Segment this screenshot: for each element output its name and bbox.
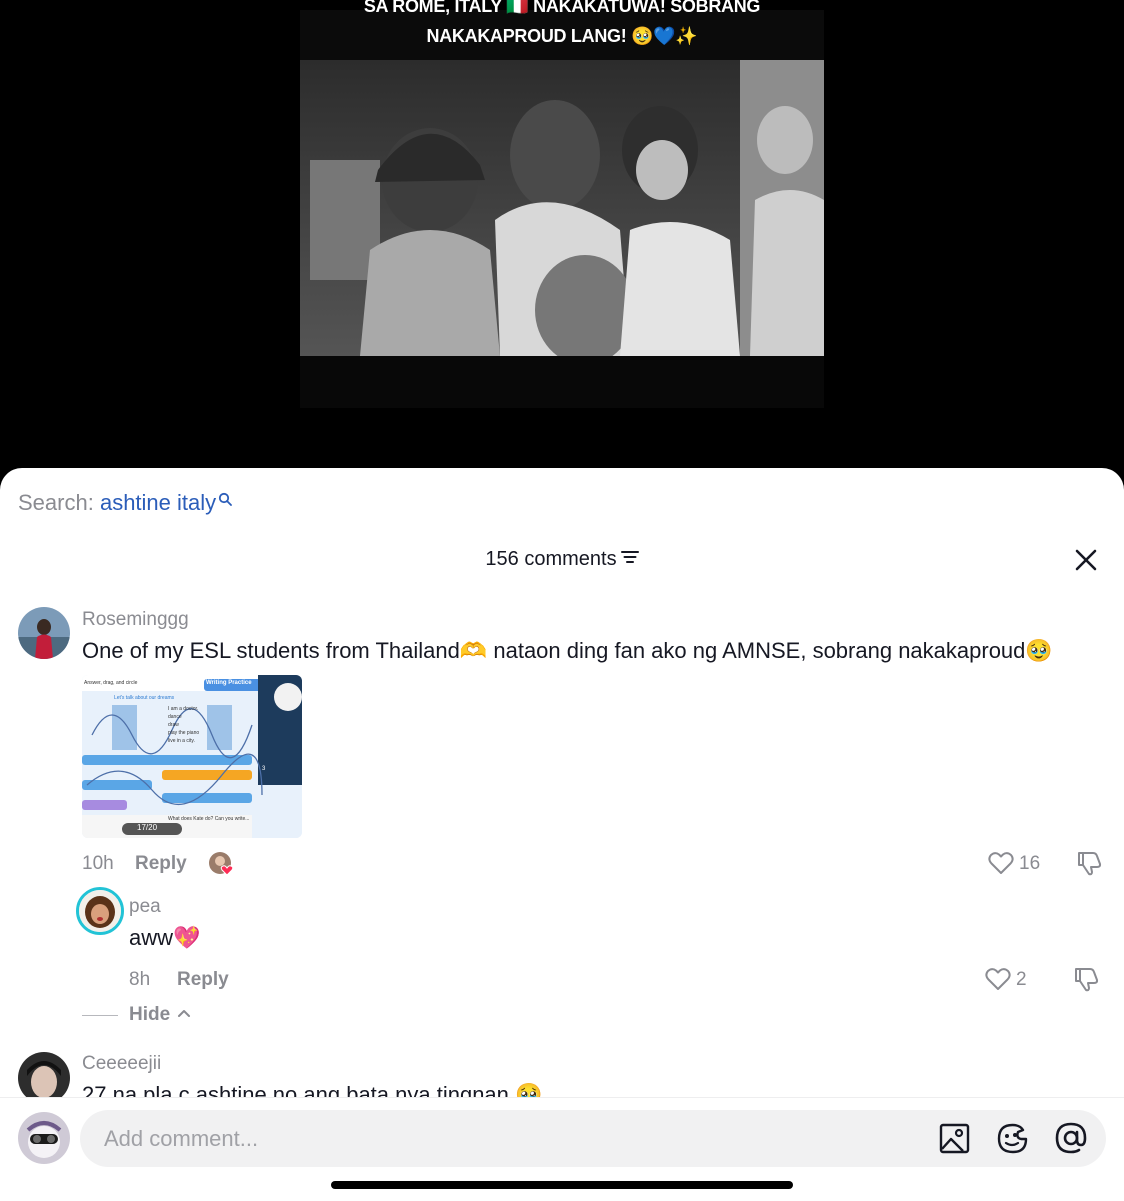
like-heart-icon[interactable] (988, 851, 1014, 880)
comment-username[interactable]: Ceeeeejii (82, 1053, 161, 1075)
comments-count: 156 comments (485, 548, 617, 570)
video-caption-line-2: NAKAKAPROUD LANG! 🥹💙✨ (426, 26, 698, 46)
close-icon[interactable] (1073, 547, 1099, 573)
creator-liked-badge-icon (208, 851, 238, 882)
replies-divider (82, 1015, 118, 1016)
reply-button[interactable]: Reply (135, 853, 187, 875)
image-text: live in a city. (168, 738, 195, 744)
chevron-up-icon (177, 1002, 191, 1024)
image-text: I am a doctor. (168, 706, 199, 712)
image-text: draw (168, 722, 179, 728)
comment-text: One of my ESL students from Thailand🫶 na… (82, 638, 1053, 663)
search-suggestion[interactable]: Search: ashtine italy (18, 490, 233, 516)
avatar-roseminggg[interactable] (18, 607, 70, 659)
image-text: dance (168, 714, 182, 720)
video-letterbox (300, 356, 824, 408)
avatar-pea[interactable] (76, 887, 124, 935)
sort-icon[interactable] (620, 547, 639, 570)
reply-text: aww💖 (129, 925, 201, 950)
comment-text: 27 na pla c ashtine no ang bata nya ting… (82, 1082, 543, 1097)
search-prefix: Search: (18, 490, 94, 515)
reply-timestamp: 8h (129, 969, 151, 990)
image-page-counter: 17/20 (137, 823, 158, 832)
image-icon[interactable] (939, 1123, 970, 1159)
dislike-icon[interactable] (1072, 965, 1100, 998)
reply-button[interactable]: Reply (177, 969, 229, 991)
image-text: Let's talk about our dreams (114, 695, 175, 701)
image-text: Answer, drag, and circle (84, 680, 138, 686)
hide-label: Hide (129, 1004, 171, 1025)
dislike-icon[interactable] (1075, 849, 1103, 882)
comment-attached-image[interactable]: Writing Practice Answer, drag, and circl… (82, 675, 302, 838)
like-heart-icon[interactable] (985, 967, 1011, 996)
image-text: play the piano (168, 730, 200, 736)
current-user-avatar[interactable] (18, 1112, 70, 1164)
comment-list-visible-area: Ceeeeejii 27 na pla c ashtine no ang bat… (0, 1040, 1124, 1097)
comment-timestamp: 10h (82, 853, 114, 874)
comments-count-header[interactable]: 156 comments (0, 548, 1124, 571)
home-indicator (331, 1181, 793, 1189)
image-text: 3 (262, 766, 266, 772)
reply-username[interactable]: pea (129, 896, 161, 918)
video-caption-line-1: SA ROME, ITALY 🇮🇹 NAKAKATUWA! SOBRANG (363, 0, 761, 16)
hide-replies-button[interactable]: Hide (129, 1004, 191, 1026)
avatar-ceeeeejii[interactable] (18, 1052, 70, 1097)
video-player[interactable]: SA ROME, ITALY 🇮🇹 NAKAKATUWA! SOBRANG NA… (0, 0, 1124, 480)
image-title: Writing Practice (206, 680, 252, 686)
mention-icon[interactable] (1054, 1121, 1088, 1160)
like-count: 16 (1019, 853, 1041, 874)
sticker-icon[interactable] (996, 1122, 1029, 1160)
video-still-image (300, 60, 824, 356)
image-text: What does Kate do? Can you write... (168, 816, 250, 822)
search-icon (218, 486, 233, 512)
like-count: 2 (1016, 969, 1027, 990)
search-query-link[interactable]: ashtine italy (100, 490, 216, 515)
comment-username[interactable]: Roseminggg (82, 609, 189, 631)
video-frame[interactable] (300, 60, 824, 356)
